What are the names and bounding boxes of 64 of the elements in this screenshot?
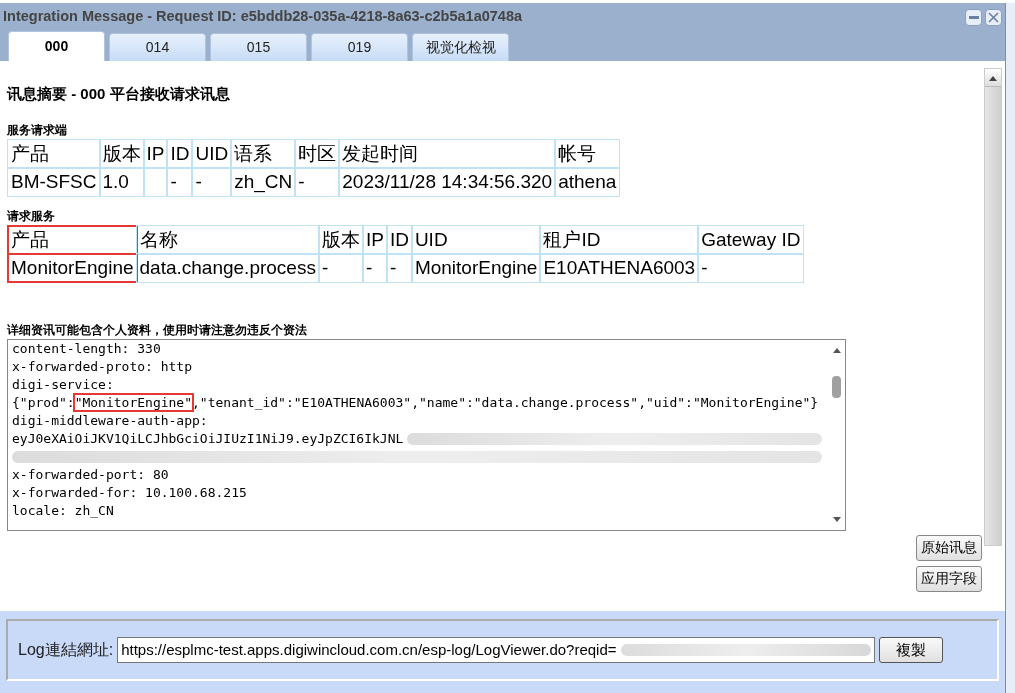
column-header: UID xyxy=(411,225,541,254)
tab[interactable]: 015 xyxy=(210,33,307,61)
column-header: IP xyxy=(362,225,387,254)
table-cell: 1.0 xyxy=(99,167,144,196)
code-line: {"prod":"MonitorEngine","tenant_id":"E10ATHENA6003","name":"data.change.process","uid":"MonitorEngine"} xyxy=(12,393,820,412)
action-button[interactable]: 应用字段 xyxy=(916,565,982,592)
section-title: 服务请求端 xyxy=(7,121,67,139)
minimize-button[interactable] xyxy=(965,8,982,26)
table-cell: 2023/11/28 14:34:56.320 xyxy=(339,167,556,196)
table-cell: - xyxy=(318,253,363,282)
code-line: eyJ0eXAiOiJKV1QiLCJhbGciOiJIUzI1NiJ9.eyJpZCI6IkJNL xyxy=(12,429,404,448)
tab[interactable]: 019 xyxy=(311,33,408,61)
log-label: Log連結網址: xyxy=(18,640,114,660)
table-cell: E10ATHENA6003 xyxy=(540,253,699,282)
table-cell: data.change.process xyxy=(136,253,319,282)
column-header: ID xyxy=(167,139,193,168)
code-line: x-forwarded-proto: http xyxy=(12,357,193,376)
column-header: 版本 xyxy=(318,225,363,254)
close-button[interactable] xyxy=(985,8,1002,26)
code-line: x-forwarded-for: 10.100.68.215 xyxy=(12,483,248,502)
table-cell: - xyxy=(698,253,804,282)
scroll-down-icon xyxy=(831,515,842,524)
tab[interactable]: 视觉化检视 xyxy=(412,33,509,61)
table-cell: - xyxy=(386,253,412,282)
column-header: 版本 xyxy=(99,139,144,168)
table-cell: - xyxy=(362,253,387,282)
column-header: 租户ID xyxy=(540,225,699,254)
details-text-area[interactable] xyxy=(7,338,846,531)
tab[interactable]: 014 xyxy=(109,33,206,61)
column-header: 语系 xyxy=(231,139,296,168)
table-cell: - xyxy=(192,167,232,196)
scroll-up-icon xyxy=(989,74,997,81)
column-header: 名称 xyxy=(136,225,319,254)
copy-button[interactable]: 複製 xyxy=(879,637,944,663)
close-icon xyxy=(988,11,999,23)
table-cell: athena xyxy=(555,167,620,196)
column-header: 产品 xyxy=(8,139,100,168)
column-header: 发起时间 xyxy=(339,139,556,168)
column-header: 帐号 xyxy=(555,139,620,168)
column-header: UID xyxy=(192,139,232,168)
tab[interactable]: 000 xyxy=(8,31,105,61)
scrollbar-thumb[interactable] xyxy=(832,375,841,398)
code-line: digi-middleware-auth-app: xyxy=(12,411,209,430)
table-cell: MonitorEngine xyxy=(411,253,541,282)
code-line: x-forwarded-port: 80 xyxy=(12,465,170,484)
column-header: 产品 xyxy=(8,225,137,254)
table-cell: - xyxy=(167,167,193,196)
table-cell: zh_CN xyxy=(231,167,296,196)
summary-heading: 讯息摘要 - 000 平台接收请求讯息 xyxy=(7,84,231,104)
log-url-field[interactable]: https://esplmc-test.apps.digiwincloud.com.cn/esp-log/LogViewer.do?reqid= xyxy=(117,637,876,663)
table-cell: - xyxy=(295,167,340,196)
privacy-notice: 详细资讯可能包含个人资料，使用时请注意勿违反个资法 xyxy=(7,321,308,339)
action-button[interactable]: 原始讯息 xyxy=(916,534,982,561)
code-line: locale: zh_CN xyxy=(12,501,115,520)
column-header: Gateway ID xyxy=(698,225,804,254)
table-cell: BM-SFSC xyxy=(8,167,100,196)
window-title: Integration Message - Request ID: e5bddb28-035a-4218-8a63-c2b5a1a0748a xyxy=(3,7,523,27)
column-header: ID xyxy=(386,225,412,254)
section-title: 请求服务 xyxy=(7,207,55,225)
code-line: digi-service: xyxy=(12,375,115,394)
code-line: content-length: 330 xyxy=(12,339,162,358)
table-cell: MonitorEngine xyxy=(8,253,137,282)
column-header: IP xyxy=(143,139,168,168)
column-header: 时区 xyxy=(295,139,340,168)
